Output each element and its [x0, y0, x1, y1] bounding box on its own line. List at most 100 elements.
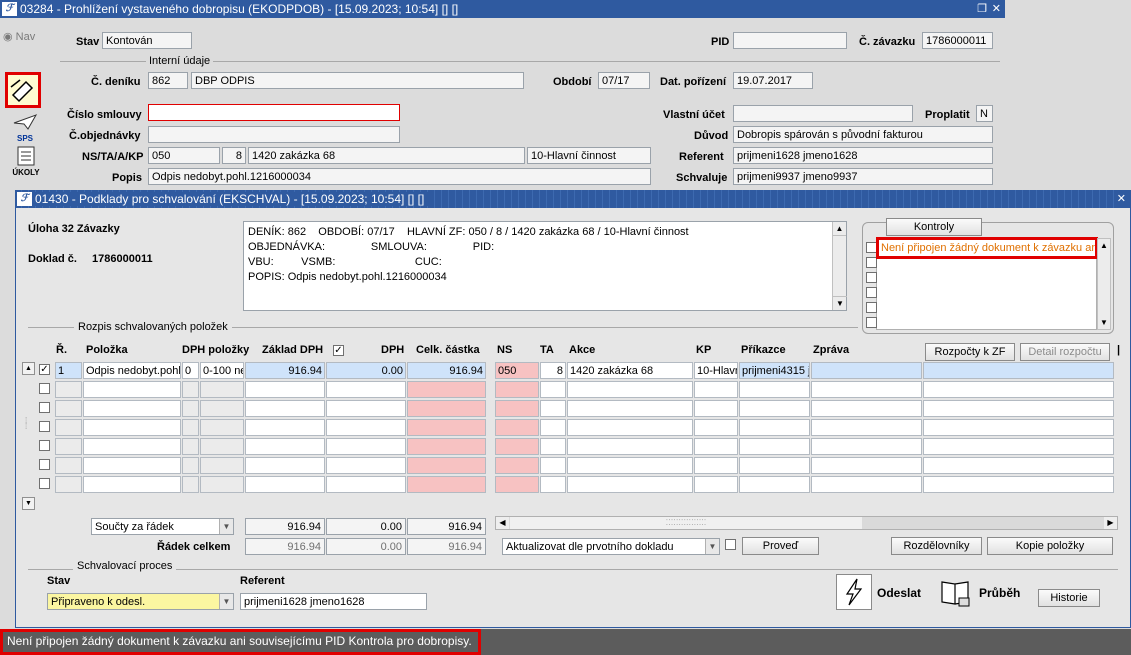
nav-toggle[interactable]: ◉ Nav: [3, 30, 35, 43]
empty-cell[interactable]: [567, 457, 693, 474]
scroll-right-icon[interactable]: ▶: [1104, 517, 1117, 529]
kontroly-checkbox[interactable]: [866, 317, 877, 328]
empty-cell[interactable]: [326, 457, 406, 474]
datporizeni-field[interactable]: 19.07.2017: [733, 72, 813, 89]
empty-cell[interactable]: [407, 457, 486, 474]
cell-extra[interactable]: [923, 362, 1114, 379]
empty-cell[interactable]: [567, 419, 693, 436]
proplatit-field[interactable]: N: [976, 105, 993, 122]
stav-field[interactable]: Kontován: [102, 32, 192, 49]
empty-cell[interactable]: [83, 419, 181, 436]
empty-cell[interactable]: [923, 476, 1114, 493]
empty-cell[interactable]: [245, 419, 325, 436]
cell-zaklad[interactable]: 916.94: [245, 362, 325, 379]
empty-cell[interactable]: [200, 476, 244, 493]
empty-cell[interactable]: [83, 457, 181, 474]
empty-cell[interactable]: [694, 419, 738, 436]
cell-ta[interactable]: 8: [540, 362, 566, 379]
chevron-down-icon[interactable]: ▼: [219, 519, 233, 534]
ta-field[interactable]: 8: [222, 147, 246, 164]
schval-stav-combo[interactable]: Připraveno k odesl. ▼: [47, 593, 234, 610]
row-checkbox[interactable]: [39, 421, 50, 432]
popis-field[interactable]: Odpis nedobyt.pohl.1216000034: [148, 168, 651, 185]
ns-field[interactable]: 050: [148, 147, 220, 164]
empty-cell[interactable]: [245, 381, 325, 398]
kontroly-checkbox[interactable]: [866, 287, 877, 298]
empty-cell[interactable]: [495, 457, 539, 474]
cell-r[interactable]: 1: [55, 362, 82, 379]
empty-cell[interactable]: [495, 438, 539, 455]
rozpocty-button[interactable]: Rozpočty k ZF: [925, 343, 1015, 361]
empty-cell[interactable]: [245, 476, 325, 493]
empty-cell[interactable]: [55, 419, 82, 436]
empty-cell[interactable]: [55, 381, 82, 398]
sps-icon[interactable]: SPS: [10, 113, 40, 143]
empty-cell[interactable]: [182, 438, 199, 455]
chevron-down-icon[interactable]: ▼: [219, 594, 233, 609]
empty-cell[interactable]: [200, 400, 244, 417]
empty-cell[interactable]: [55, 476, 82, 493]
empty-cell[interactable]: [55, 400, 82, 417]
ukoly-icon[interactable]: ÚKOLY: [12, 146, 40, 177]
row-checkbox[interactable]: [39, 402, 50, 413]
objednavky-field[interactable]: [148, 126, 400, 143]
empty-cell[interactable]: [811, 438, 922, 455]
info-scrollbar[interactable]: ▲ ▼: [832, 222, 847, 310]
detail-rozpoctu-button[interactable]: Detail rozpočtu: [1020, 343, 1110, 361]
empty-cell[interactable]: [495, 476, 539, 493]
scroll-up-icon[interactable]: ▲: [833, 222, 846, 236]
scroll-left-icon[interactable]: ◀: [496, 517, 509, 529]
kontroly-button[interactable]: Kontroly: [886, 218, 982, 236]
empty-cell[interactable]: [200, 381, 244, 398]
empty-cell[interactable]: [407, 381, 486, 398]
cell-ns[interactable]: 050: [495, 362, 539, 379]
empty-cell[interactable]: [567, 381, 693, 398]
schvaluje-field[interactable]: prijmeni9937 jmeno9937: [733, 168, 993, 185]
schval-referent-field[interactable]: prijmeni1628 jmeno1628: [240, 593, 427, 610]
smlouvy-field[interactable]: [148, 104, 400, 121]
empty-cell[interactable]: [739, 457, 810, 474]
empty-cell[interactable]: [495, 381, 539, 398]
vlastni-ucet-field[interactable]: [733, 105, 913, 122]
akce-field[interactable]: 1420 zakázka 68: [248, 147, 525, 164]
empty-cell[interactable]: [540, 381, 566, 398]
cell-zprava[interactable]: [811, 362, 922, 379]
empty-cell[interactable]: [326, 381, 406, 398]
empty-cell[interactable]: [407, 476, 486, 493]
row-checkbox[interactable]: [39, 478, 50, 489]
empty-cell[interactable]: [739, 400, 810, 417]
empty-cell[interactable]: [83, 400, 181, 417]
info-textarea[interactable]: DENÍK: 862 OBDOBÍ: 07/17 HLAVNÍ ZF: 050 …: [243, 221, 847, 311]
empty-cell[interactable]: [811, 476, 922, 493]
chevron-down-icon[interactable]: ▼: [705, 539, 719, 554]
empty-cell[interactable]: [694, 476, 738, 493]
empty-cell[interactable]: [326, 438, 406, 455]
empty-cell[interactable]: [739, 476, 810, 493]
empty-cell[interactable]: [923, 457, 1114, 474]
empty-cell[interactable]: [407, 419, 486, 436]
empty-cell[interactable]: [739, 438, 810, 455]
empty-cell[interactable]: [811, 419, 922, 436]
empty-cell[interactable]: [923, 381, 1114, 398]
empty-cell[interactable]: [200, 438, 244, 455]
empty-cell[interactable]: [567, 438, 693, 455]
empty-cell[interactable]: [326, 400, 406, 417]
prubeh-button[interactable]: [938, 574, 974, 610]
row-checkbox[interactable]: [39, 459, 50, 470]
empty-cell[interactable]: [245, 457, 325, 474]
empty-cell[interactable]: [923, 400, 1114, 417]
empty-cell[interactable]: [495, 419, 539, 436]
kontroly-scrollbar[interactable]: ▲ ▼: [1097, 238, 1111, 330]
row-checkbox[interactable]: ✓: [39, 364, 50, 375]
empty-cell[interactable]: [245, 438, 325, 455]
empty-cell[interactable]: [200, 457, 244, 474]
empty-cell[interactable]: [495, 400, 539, 417]
empty-cell[interactable]: [83, 381, 181, 398]
empty-cell[interactable]: [55, 438, 82, 455]
empty-cell[interactable]: [567, 400, 693, 417]
empty-cell[interactable]: [739, 419, 810, 436]
kp-field[interactable]: 10-Hlavní činnost: [527, 147, 651, 164]
empty-cell[interactable]: [326, 476, 406, 493]
empty-cell[interactable]: [540, 400, 566, 417]
empty-cell[interactable]: [811, 381, 922, 398]
